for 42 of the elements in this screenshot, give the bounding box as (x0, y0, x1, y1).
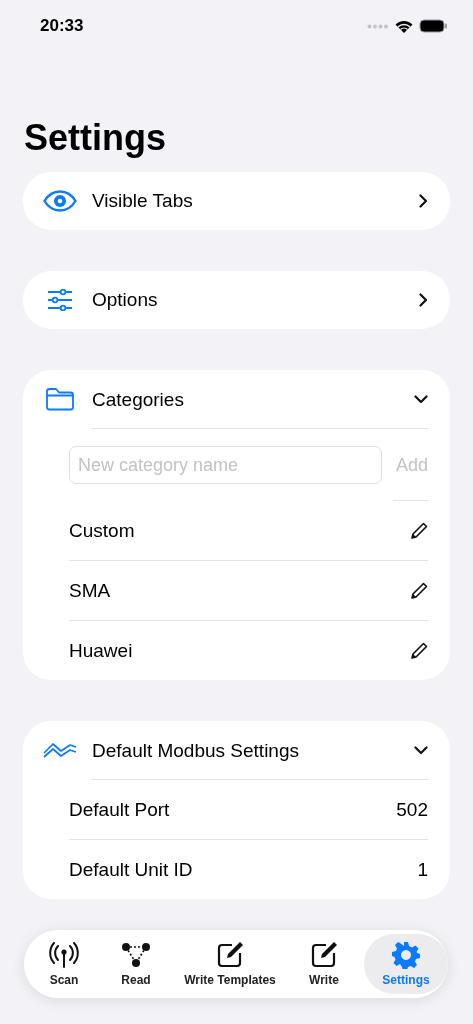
wifi-icon (395, 19, 413, 33)
compose-icon (310, 941, 338, 969)
tab-item[interactable]: Write Templates (176, 934, 284, 994)
tab-item[interactable]: Read (96, 934, 176, 994)
setting-value: 502 (396, 798, 428, 821)
category-name: Huawei (69, 639, 134, 662)
tab-item[interactable]: Scan (32, 934, 96, 994)
chevron-icon (414, 745, 428, 755)
chevron-icon (419, 293, 428, 307)
setting-value: 1 (417, 858, 428, 881)
eye-icon (43, 190, 77, 212)
sliders-icon (47, 289, 73, 311)
nav-card[interactable]: Options (23, 271, 450, 329)
edit-button[interactable] (411, 582, 428, 599)
nav-label: Visible Tabs (92, 190, 194, 212)
nav-card[interactable]: Visible Tabs (23, 172, 450, 230)
folder-icon (45, 387, 75, 411)
chevron-icon (419, 194, 428, 208)
battery-icon (419, 19, 448, 33)
pencil-icon (411, 582, 428, 599)
status-time: 20:33 (40, 16, 84, 36)
category-name-field[interactable]: New category name (69, 446, 382, 484)
tab-item[interactable]: Write (284, 934, 364, 994)
antenna-icon (49, 942, 79, 968)
compose-icon (216, 941, 244, 969)
nav-label: Options (92, 289, 159, 311)
settings-icon (392, 941, 420, 969)
category-name: SMA (69, 579, 112, 602)
wave-icon (43, 741, 77, 759)
chevron-icon (414, 394, 428, 404)
edit-button[interactable] (411, 642, 428, 659)
edit-button[interactable] (411, 522, 428, 539)
section-title: Categories (92, 388, 185, 411)
setting-label: Default Unit ID (69, 858, 194, 881)
category-name: Custom (69, 519, 136, 542)
section-title: Default Modbus Settings (92, 739, 300, 762)
signal-icon (367, 23, 389, 29)
pencil-icon (411, 642, 428, 659)
page-title: Settings (24, 116, 167, 160)
pencil-icon (411, 522, 428, 539)
nodes-icon (121, 942, 151, 968)
setting-label: Default Port (69, 798, 171, 821)
